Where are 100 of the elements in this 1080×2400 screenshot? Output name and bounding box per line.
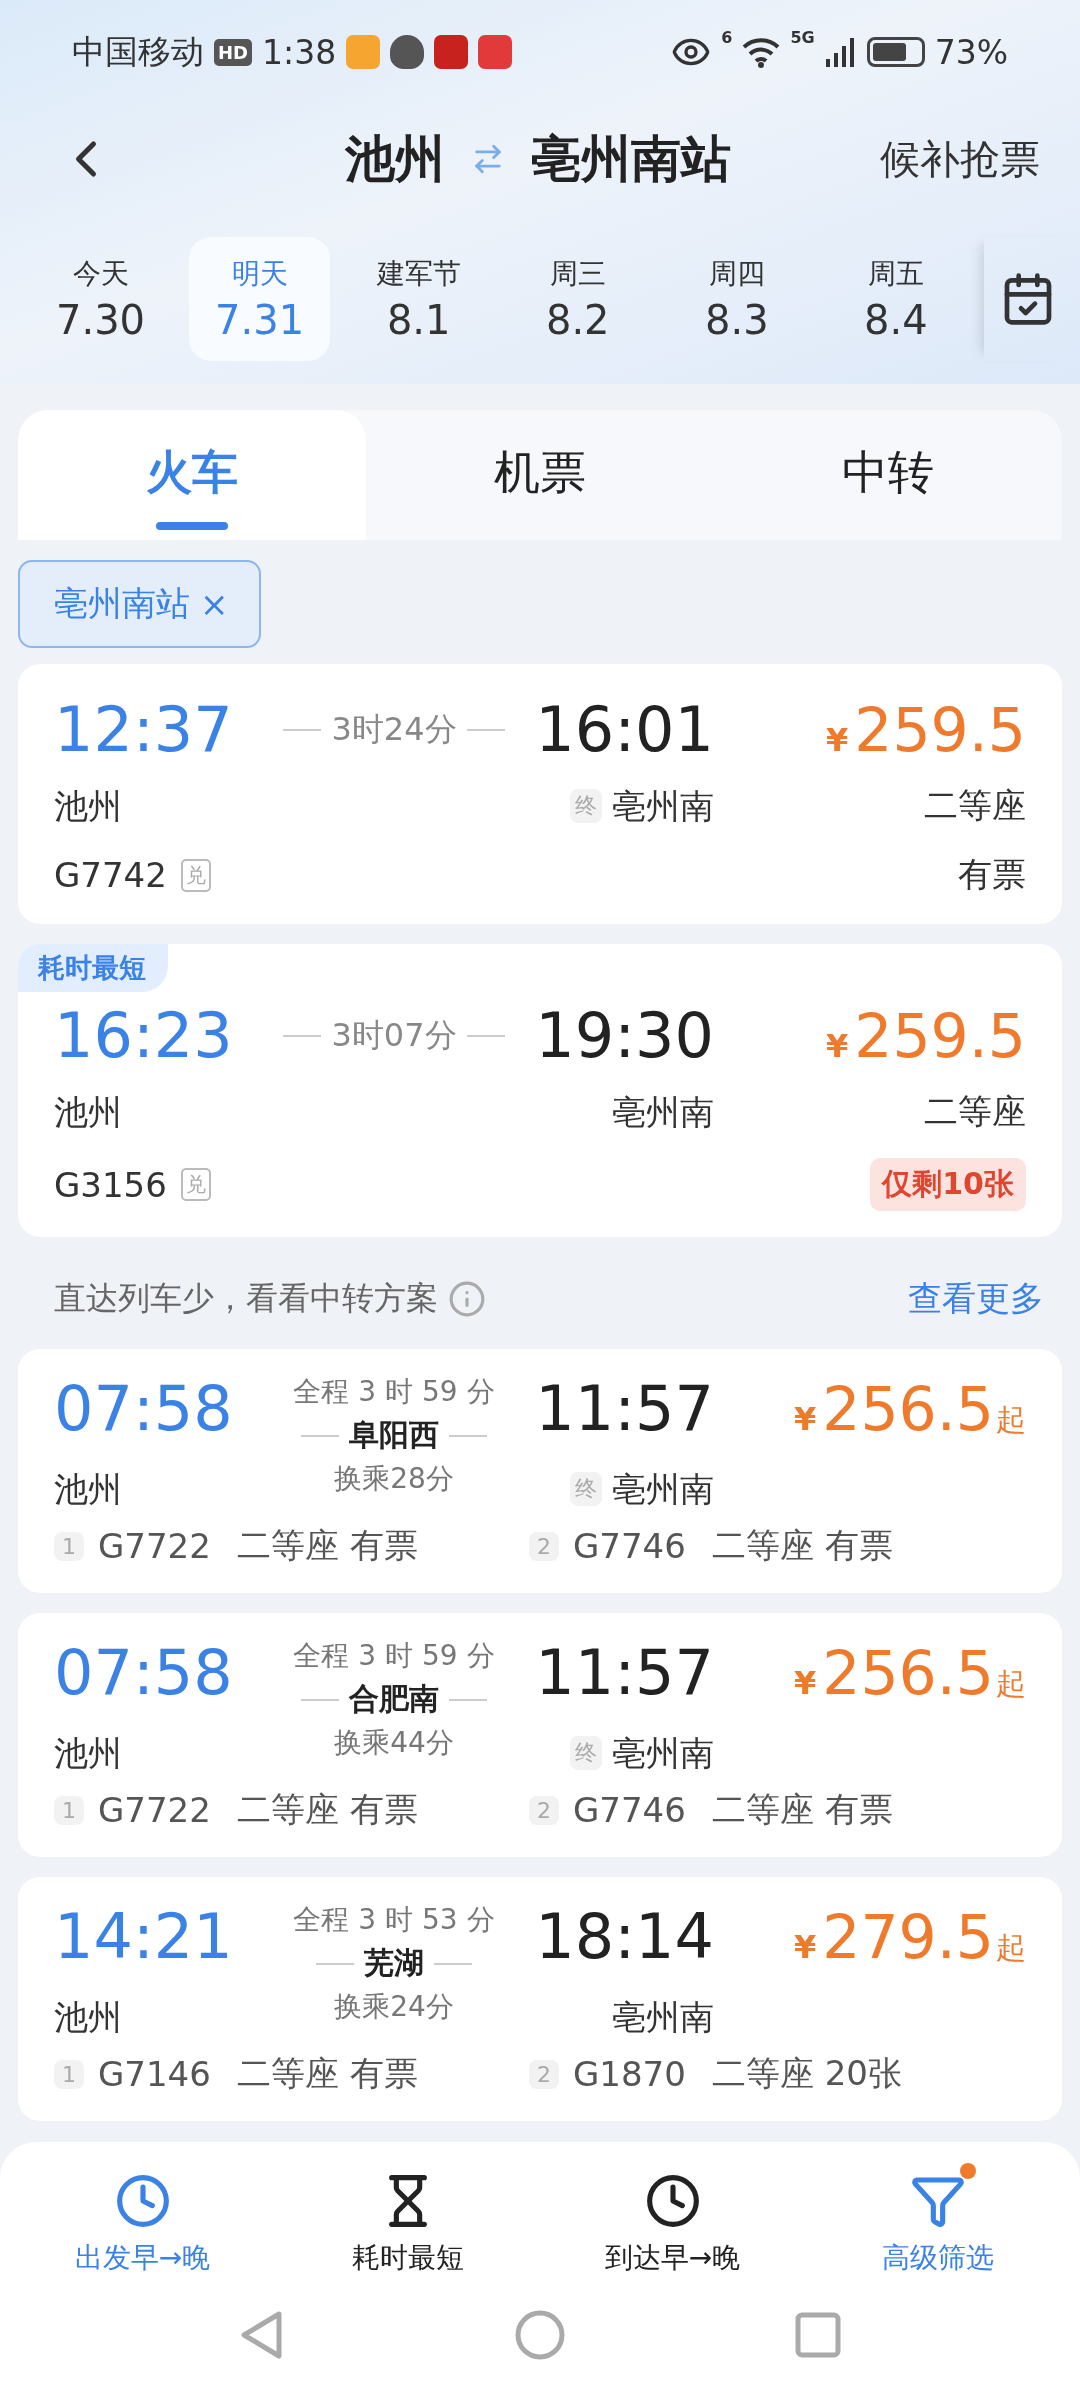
price-text: ¥259.5 xyxy=(824,1000,1026,1072)
departure-time: 07:58 xyxy=(54,1637,234,1709)
home-nav-icon[interactable] xyxy=(515,2310,565,2360)
departure-time: 16:23 xyxy=(54,1000,234,1072)
signal-icon xyxy=(824,37,857,67)
recents-nav-icon[interactable] xyxy=(795,2312,841,2358)
sort-button[interactable]: 出发早→晚 xyxy=(32,2161,253,2277)
total-duration: 全程 3 时 59 分 xyxy=(293,1638,495,1674)
info-icon[interactable] xyxy=(448,1280,486,1318)
date-item[interactable]: 周五 8.4 xyxy=(825,237,967,361)
sort-button[interactable]: 到达早→晚 xyxy=(562,2161,783,2277)
train-number: G3156 xyxy=(54,1164,167,1205)
departure-station: 池州 xyxy=(54,1468,123,1511)
departure-time: 14:21 xyxy=(54,1901,234,1973)
transfer-card[interactable]: 07:58 全程 3 时 59 分 合肥南 换乘44分 11:57 ¥256.5 起 池州 终 亳州南 1 G7722 二等座 有票 2 G7746 二等座 有票 xyxy=(18,1613,1062,1857)
carrier-name: 中国移动 xyxy=(72,30,204,73)
date-item[interactable]: 今天 7.30 xyxy=(30,237,172,361)
terminal-mark: 终 xyxy=(570,789,602,823)
transfer-station: 阜阳西 xyxy=(349,1416,439,1454)
transfer-wait: 换乘24分 xyxy=(334,1989,454,2025)
leg-train-number: G7746 xyxy=(573,1526,686,1566)
wifi-label: 6 xyxy=(721,28,733,47)
transfer-wait: 换乘44分 xyxy=(334,1725,454,1761)
leg-train-number: G7722 xyxy=(98,1790,211,1830)
arrival-station: 亳州南 xyxy=(612,1091,714,1134)
arrival-time: 11:57 xyxy=(535,1637,714,1709)
price-text: ¥256.5 起 xyxy=(792,1373,1026,1445)
leg-index: 2 xyxy=(529,1795,559,1825)
leg-index: 2 xyxy=(529,1531,559,1561)
arrival-station: 亳州南 xyxy=(612,1996,714,2039)
train-card[interactable]: 耗时最短 16:23 3时07分 19:30 ¥259.5 池州 亳州南 二等座 G3156 兑 仅剩10张 xyxy=(18,944,1062,1237)
arrival-time: 11:57 xyxy=(535,1373,714,1445)
departure-time: 07:58 xyxy=(54,1373,234,1445)
hd-badge: HD xyxy=(214,38,252,66)
shortest-badge: 耗时最短 xyxy=(18,944,168,992)
price-text: ¥256.5 起 xyxy=(792,1637,1026,1709)
app-icon xyxy=(346,35,381,69)
date-item[interactable]: 建军节 8.1 xyxy=(348,237,490,361)
battery-percent: 73% xyxy=(934,32,1008,72)
arrival-time: 19:30 xyxy=(535,1000,714,1072)
seat-class: 二等座 xyxy=(924,784,1026,827)
network-label: 5G xyxy=(790,28,815,47)
leg-seat-info: 二等座 有票 xyxy=(711,1788,893,1831)
date-item[interactable]: 周四 8.3 xyxy=(666,237,808,361)
ticket-availability: 仅剩10张 xyxy=(870,1158,1026,1211)
duration-text: 3时24分 xyxy=(331,709,457,750)
date-item[interactable]: 周三 8.2 xyxy=(507,237,649,361)
battery-icon xyxy=(866,37,925,67)
arrival-station: 亳州南 xyxy=(612,1468,714,1511)
arrival-city[interactable]: 亳州南站 xyxy=(531,125,731,193)
total-duration: 全程 3 时 59 分 xyxy=(293,1374,495,1410)
departure-station: 池州 xyxy=(54,1091,123,1134)
back-nav-icon[interactable] xyxy=(239,2310,285,2360)
leg-seat-info: 二等座 有票 xyxy=(236,1788,418,1831)
waitlist-button[interactable]: 候补抢票 xyxy=(880,131,1040,187)
date-item[interactable]: 明天 7.31 xyxy=(189,237,331,361)
duration-text: 3时07分 xyxy=(331,1015,457,1056)
departure-station: 池州 xyxy=(54,1996,123,2039)
sort-button[interactable]: 高级筛选 xyxy=(827,2161,1048,2277)
departure-station: 池州 xyxy=(54,785,123,828)
leg-train-number: G7722 xyxy=(98,1526,211,1566)
transfer-wait: 换乘28分 xyxy=(334,1461,454,1497)
train-card[interactable]: 12:37 3时24分 16:01 ¥259.5 池州 终 亳州南 二等座 G7742 兑 有票 xyxy=(18,664,1062,924)
leg-seat-info: 二等座 20张 xyxy=(711,2052,902,2095)
sort-button[interactable]: 耗时最短 xyxy=(297,2161,518,2277)
mode-tab[interactable]: 中转 xyxy=(714,410,1062,540)
leg-train-number: G7146 xyxy=(98,2054,211,2094)
price-text: ¥279.5 起 xyxy=(792,1901,1026,1973)
redeem-mark: 兑 xyxy=(180,858,211,892)
departure-station: 池州 xyxy=(54,1732,123,1775)
transfer-station: 芜湖 xyxy=(364,1944,424,1982)
leg-train-number: G7746 xyxy=(573,1790,686,1830)
mode-tab[interactable]: 火车 xyxy=(18,410,366,540)
leg-index: 2 xyxy=(529,2059,559,2089)
status-time: 1:38 xyxy=(262,32,337,72)
price-text: ¥259.5 xyxy=(824,694,1026,766)
terminal-mark: 终 xyxy=(570,1472,602,1506)
arrival-station: 亳州南 xyxy=(612,1732,714,1775)
app-icon xyxy=(478,35,513,69)
total-duration: 全程 3 时 53 分 xyxy=(293,1902,495,1938)
leg-train-number: G1870 xyxy=(573,2054,686,2094)
clock-icon xyxy=(114,2173,171,2229)
ticket-availability: 有票 xyxy=(958,853,1026,896)
leg-seat-info: 二等座 有票 xyxy=(236,1524,418,1567)
transfer-station: 合肥南 xyxy=(349,1680,439,1718)
transfer-card[interactable]: 14:21 全程 3 时 53 分 芜湖 换乘24分 18:14 ¥279.5 起 池州 亳州南 1 G7146 二等座 有票 2 G1870 二等座 20张 xyxy=(18,1877,1062,2121)
leg-seat-info: 二等座 有票 xyxy=(711,1524,893,1567)
mode-tab[interactable]: 机票 xyxy=(366,410,714,540)
wifi-icon xyxy=(742,36,781,68)
transfer-hint: 直达列车少，看看中转方案 xyxy=(54,1278,438,1319)
train-number: G7742 xyxy=(54,855,167,895)
leg-index: 1 xyxy=(54,1531,84,1561)
notification-dot xyxy=(959,2163,976,2179)
app-icon xyxy=(434,35,469,69)
transfer-card[interactable]: 07:58 全程 3 时 59 分 阜阳西 换乘28分 11:57 ¥256.5 起 池州 终 亳州南 1 G7722 二等座 有票 2 G7746 二等座 有票 xyxy=(18,1349,1062,1593)
redeem-mark: 兑 xyxy=(180,1168,211,1201)
arrival-time: 16:01 xyxy=(535,694,714,766)
departure-time: 12:37 xyxy=(54,694,234,766)
clock-icon xyxy=(644,2173,701,2229)
departure-city[interactable]: 池州 xyxy=(345,125,445,193)
